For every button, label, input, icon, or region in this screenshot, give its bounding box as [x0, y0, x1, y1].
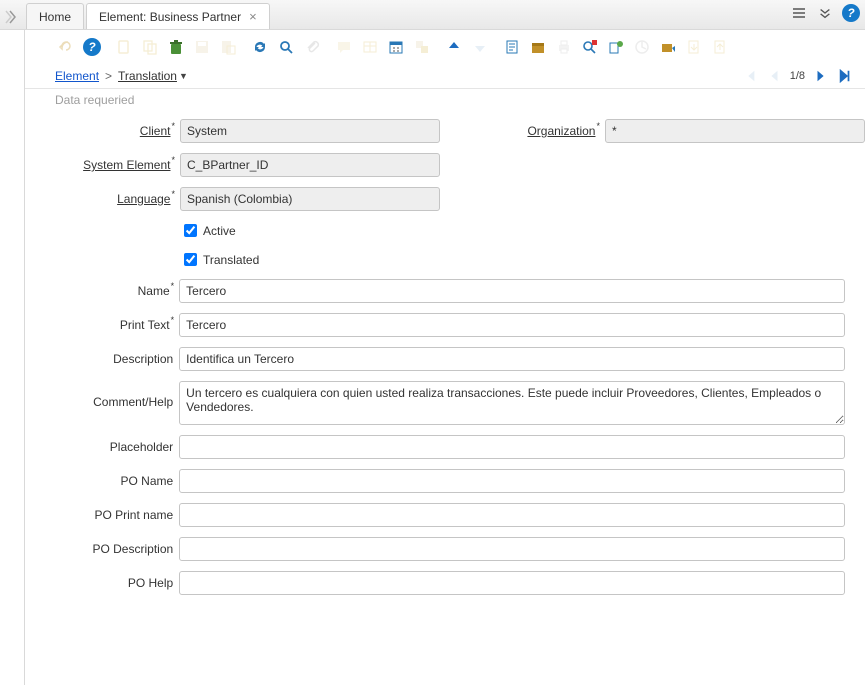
- undo-icon: [55, 36, 77, 58]
- nav-next-icon[interactable]: [813, 68, 829, 84]
- toolbar: ?: [25, 30, 865, 64]
- chevron-double-down-icon[interactable]: [815, 3, 835, 23]
- placeholder-field[interactable]: [179, 435, 845, 459]
- save-icon: [191, 36, 213, 58]
- label-po-print-name: PO Print name: [45, 508, 179, 522]
- print-text-field[interactable]: [179, 313, 845, 337]
- request-icon: [631, 36, 653, 58]
- chat-icon: [333, 36, 355, 58]
- breadcrumb: Element > Translation ▼ 1/8: [25, 64, 865, 89]
- file-import-icon: [709, 36, 731, 58]
- label-print-text: Print Text: [45, 318, 179, 332]
- label-description: Description: [45, 352, 179, 366]
- tab-element-business-partner[interactable]: Element: Business Partner ×: [86, 3, 270, 29]
- label-placeholder: Placeholder: [45, 440, 179, 454]
- grid-toggle-icon: [359, 36, 381, 58]
- po-print-name-field[interactable]: [179, 503, 845, 527]
- po-name-field[interactable]: [179, 469, 845, 493]
- left-edge-panel: [0, 0, 25, 685]
- archive-icon[interactable]: [527, 36, 549, 58]
- client-field[interactable]: [180, 119, 440, 143]
- record-position: 1/8: [790, 70, 805, 82]
- calendar-icon[interactable]: [385, 36, 407, 58]
- attachment-icon: [301, 36, 323, 58]
- active-checkbox[interactable]: [184, 224, 197, 237]
- find-icon[interactable]: [275, 36, 297, 58]
- system-element-field[interactable]: [180, 153, 440, 177]
- save-create-new-icon: [217, 36, 239, 58]
- export-icon: [683, 36, 705, 58]
- print-icon: [553, 36, 575, 58]
- refresh-icon[interactable]: [249, 36, 271, 58]
- new-icon: [113, 36, 135, 58]
- label-language: Language: [45, 192, 180, 206]
- comment-help-field[interactable]: [179, 381, 845, 425]
- po-description-field[interactable]: [179, 537, 845, 561]
- chevron-down-icon[interactable]: ▼: [179, 71, 188, 81]
- parent-down-icon: [469, 36, 491, 58]
- expand-sidebar-icon[interactable]: [4, 5, 22, 29]
- active-workflow-icon[interactable]: [605, 36, 627, 58]
- label-po-help: PO Help: [45, 576, 179, 590]
- organization-field[interactable]: [605, 119, 865, 143]
- nav-first-icon: [742, 68, 758, 84]
- label-system-element: System Element: [45, 158, 180, 172]
- process-icon[interactable]: [657, 36, 679, 58]
- name-field[interactable]: [179, 279, 845, 303]
- label-translated: Translated: [203, 253, 259, 267]
- label-comment-help: Comment/Help: [45, 381, 179, 409]
- description-field[interactable]: [179, 347, 845, 371]
- close-icon[interactable]: ×: [249, 10, 257, 23]
- record-navigator: 1/8: [742, 68, 853, 84]
- zoom-across-icon[interactable]: [579, 36, 601, 58]
- form: Client Organization System Element Langu…: [25, 109, 865, 625]
- tab-label: Element: Business Partner: [99, 10, 241, 24]
- breadcrumb-current[interactable]: Translation: [118, 69, 177, 83]
- help-icon[interactable]: ?: [81, 36, 103, 58]
- language-field[interactable]: [180, 187, 440, 211]
- label-client: Client: [45, 124, 180, 138]
- status-bar: Data requeried: [25, 89, 865, 109]
- copy-icon: [139, 36, 161, 58]
- content-area: ? Element > Translation ▼: [25, 30, 865, 685]
- label-active: Active: [203, 224, 236, 238]
- label-po-name: PO Name: [45, 474, 179, 488]
- po-help-field[interactable]: [179, 571, 845, 595]
- label-name: Name: [45, 284, 179, 298]
- label-organization: Organization: [490, 124, 605, 138]
- tab-bar: Home Element: Business Partner × ?: [0, 0, 865, 30]
- translated-checkbox[interactable]: [184, 253, 197, 266]
- parent-up-icon[interactable]: [443, 36, 465, 58]
- global-help-icon[interactable]: ?: [841, 3, 861, 23]
- nav-last-icon[interactable]: [837, 68, 853, 84]
- menu-icon[interactable]: [789, 3, 809, 23]
- tab-label: Home: [39, 10, 71, 24]
- breadcrumb-separator: >: [105, 69, 112, 83]
- label-po-description: PO Description: [45, 542, 179, 556]
- delete-icon[interactable]: [165, 36, 187, 58]
- report-icon[interactable]: [501, 36, 523, 58]
- nav-prev-icon: [766, 68, 782, 84]
- breadcrumb-root-link[interactable]: Element: [55, 69, 99, 83]
- multi-icon: [411, 36, 433, 58]
- tab-home[interactable]: Home: [26, 3, 84, 29]
